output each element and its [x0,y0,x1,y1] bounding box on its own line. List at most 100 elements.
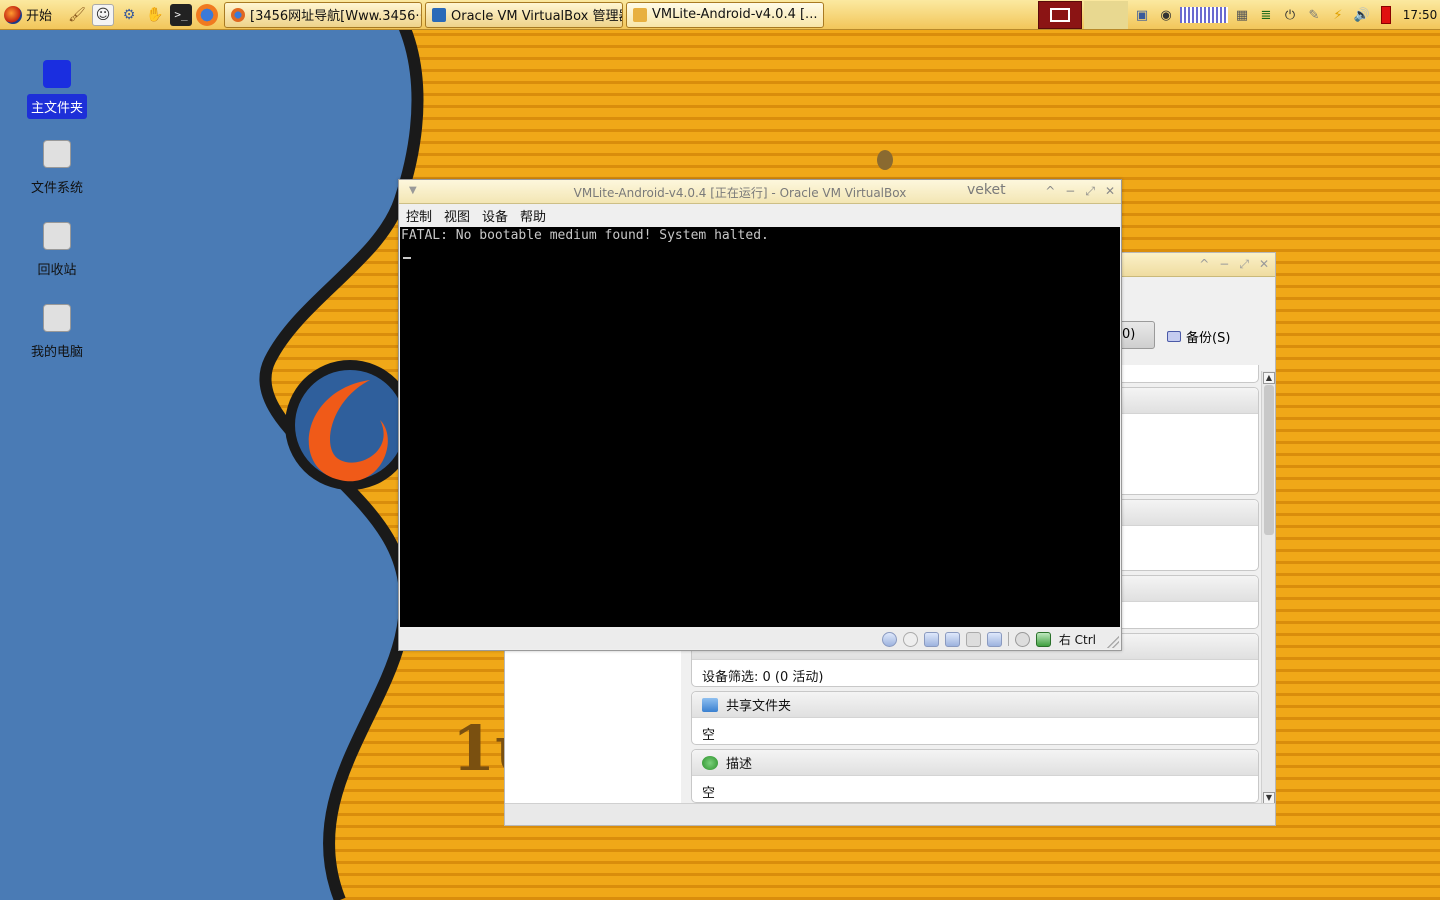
task-label: [3456网址导航[Www.3456··· [250,9,423,24]
snapshot-tab-label: 0) [1122,327,1136,342]
paint-icon[interactable]: 🖌 [66,4,88,26]
task-label: VMLite-Android-v4.0.4 [... [652,7,818,22]
hand-icon[interactable]: ✋ [144,4,166,26]
task-label: Oracle VM VirtualBox 管理器 [451,9,624,24]
minimize-icon[interactable]: − [1065,184,1075,199]
backup-label: 备份(S) [1186,331,1231,346]
vm-window-buttons: ^ − ⤢ ✕ [1045,184,1115,199]
section-text: 空 [702,786,716,801]
task-browser[interactable]: [3456网址导航[Www.3456··· [224,1,423,28]
desktop-icon-label: 主文件夹 [26,94,87,119]
close-icon[interactable]: ✕ [1105,184,1115,199]
desktop-icon-filesystem[interactable]: 文件系统 [22,140,92,199]
vm-window: ▼ VMLite-Android-v4.0.4 [正在运行] - Oracle … [398,179,1122,651]
shade-icon[interactable]: ^ [1045,184,1055,199]
network-icon[interactable]: ⚙ [118,4,140,26]
console-cursor [403,257,411,259]
section-title: 共享文件夹 [726,699,792,714]
optical-drive-icon[interactable] [902,631,918,647]
taskbar: 开始 🖌 ☺ ⚙ ✋ >_ [3456网址导航[Www.3456··· Orac… [0,0,1440,30]
section-header[interactable]: 共享文件夹 [692,692,1258,718]
computer-icon [43,304,71,332]
drive-icon [43,140,71,168]
details-scrollbar[interactable]: ▲ ▼ [1261,371,1275,805]
resize-grip-icon[interactable] [1107,636,1119,648]
section-title: 描述 [726,757,753,772]
console-text: FATAL: No bootable medium found! System … [401,228,769,243]
details-section-description: 描述 空 [691,749,1259,803]
clock[interactable]: 17:50 [1400,8,1440,22]
folder-icon [702,697,718,712]
folder-icon [633,7,648,22]
display-icon[interactable]: ▣ [1132,4,1152,26]
task-vm-window[interactable]: VMLite-Android-v4.0.4 [... [626,1,825,28]
battery-status-icon[interactable]: ≣ [1256,4,1276,26]
snapshot-tab-button[interactable]: 0) [1117,321,1155,349]
close-icon[interactable]: ✕ [1259,257,1269,272]
desktop-icon-label: 文件系统 [30,181,83,196]
desktop-icon-label: 回收站 [37,263,77,278]
start-button[interactable]: 开始 [0,1,58,29]
vm-window-title: VMLite-Android-v4.0.4 [正在运行] - Oracle VM… [573,186,907,200]
keyboard-icon[interactable] [1180,7,1228,23]
usb-filter-text: 设备筛选: 0 (0 活动) [702,670,824,685]
backup-tab-button[interactable]: 备份(S) [1167,327,1230,346]
terminal-icon[interactable]: >_ [170,3,193,26]
workspace-icon[interactable] [1084,1,1128,29]
trash-icon [43,222,71,250]
desktop-icon-home-folder[interactable]: 主文件夹 [22,60,92,119]
virtualbox-icon [432,7,447,22]
maximize-icon[interactable]: ⤢ [1239,257,1249,272]
maximize-icon[interactable]: ⤢ [1085,184,1095,199]
lightning-icon[interactable]: ⚡ [1328,4,1348,26]
network-adapter-icon[interactable] [944,631,960,647]
system-tray: ▣ ◉ ▦ ≣ ⏻ ✎ ⚡ 🔊 17:50 [1034,0,1440,30]
vm-console-screen[interactable]: FATAL: No bootable medium found! System … [400,227,1120,627]
statusbar-separator [1007,632,1009,646]
manager-window-buttons: ^ − ⤢ ✕ [1199,257,1269,272]
firefox-icon[interactable] [196,3,219,26]
mouse-integration-icon[interactable] [1014,631,1030,647]
section-text: 空 [702,728,716,743]
speech-bubble-icon [702,755,718,770]
desktop-icon-label: 我的电脑 [30,345,83,360]
power-icon[interactable]: ⏻ [1280,4,1300,26]
calendar-icon[interactable]: ▦ [1232,4,1252,26]
virtualization-icon[interactable] [986,631,1002,647]
shade-icon[interactable]: ^ [1199,257,1209,272]
volume-icon[interactable]: 🔊 [1352,4,1372,26]
section-body: 设备筛选: 0 (0 活动) [692,660,1258,691]
hard-disk-icon[interactable] [881,631,897,647]
section-header[interactable]: 描述 [692,750,1258,776]
shared-folder-icon[interactable] [965,631,981,647]
menu-control[interactable]: 控制 [406,206,432,225]
host-name: veket [967,182,1006,198]
vm-titlebar[interactable]: ▼ VMLite-Android-v4.0.4 [正在运行] - Oracle … [399,180,1121,204]
pen-icon[interactable]: ✎ [1304,4,1324,26]
section-body: 空 [692,718,1258,749]
scrollbar-thumb[interactable] [1264,385,1274,535]
desktop-icon-computer[interactable]: 我的电脑 [22,304,92,363]
scroll-up-icon[interactable]: ▲ [1263,372,1275,384]
task-virtualbox-manager[interactable]: Oracle VM VirtualBox 管理器 [425,1,624,28]
details-section-shared-folders: 共享文件夹 空 [691,691,1259,745]
desktop-icon-trash[interactable]: 回收站 [22,222,92,281]
vm-statusbar: 右 Ctrl [400,629,1120,649]
folder-icon [43,60,71,88]
menu-devices[interactable]: 设备 [482,206,508,225]
face-icon[interactable]: ☺ [92,3,115,26]
minimize-icon[interactable]: − [1219,257,1229,272]
firefox-icon [231,7,246,22]
camera-icon [1167,331,1181,342]
menu-view[interactable]: 视图 [444,206,470,225]
usb-icon[interactable] [923,631,939,647]
quick-launch: 🖌 ☺ ⚙ ✋ >_ [66,3,219,26]
menu-help[interactable]: 帮助 [520,206,546,225]
start-label: 开始 [26,9,53,24]
battery-icon[interactable] [1376,4,1396,26]
manager-statusbar [505,803,1275,825]
camera-icon[interactable]: ◉ [1156,4,1176,26]
keyboard-capture-icon[interactable] [1035,631,1051,647]
desktop-switch-icon[interactable] [1038,1,1082,29]
host-key-label: 右 Ctrl [1058,632,1096,647]
